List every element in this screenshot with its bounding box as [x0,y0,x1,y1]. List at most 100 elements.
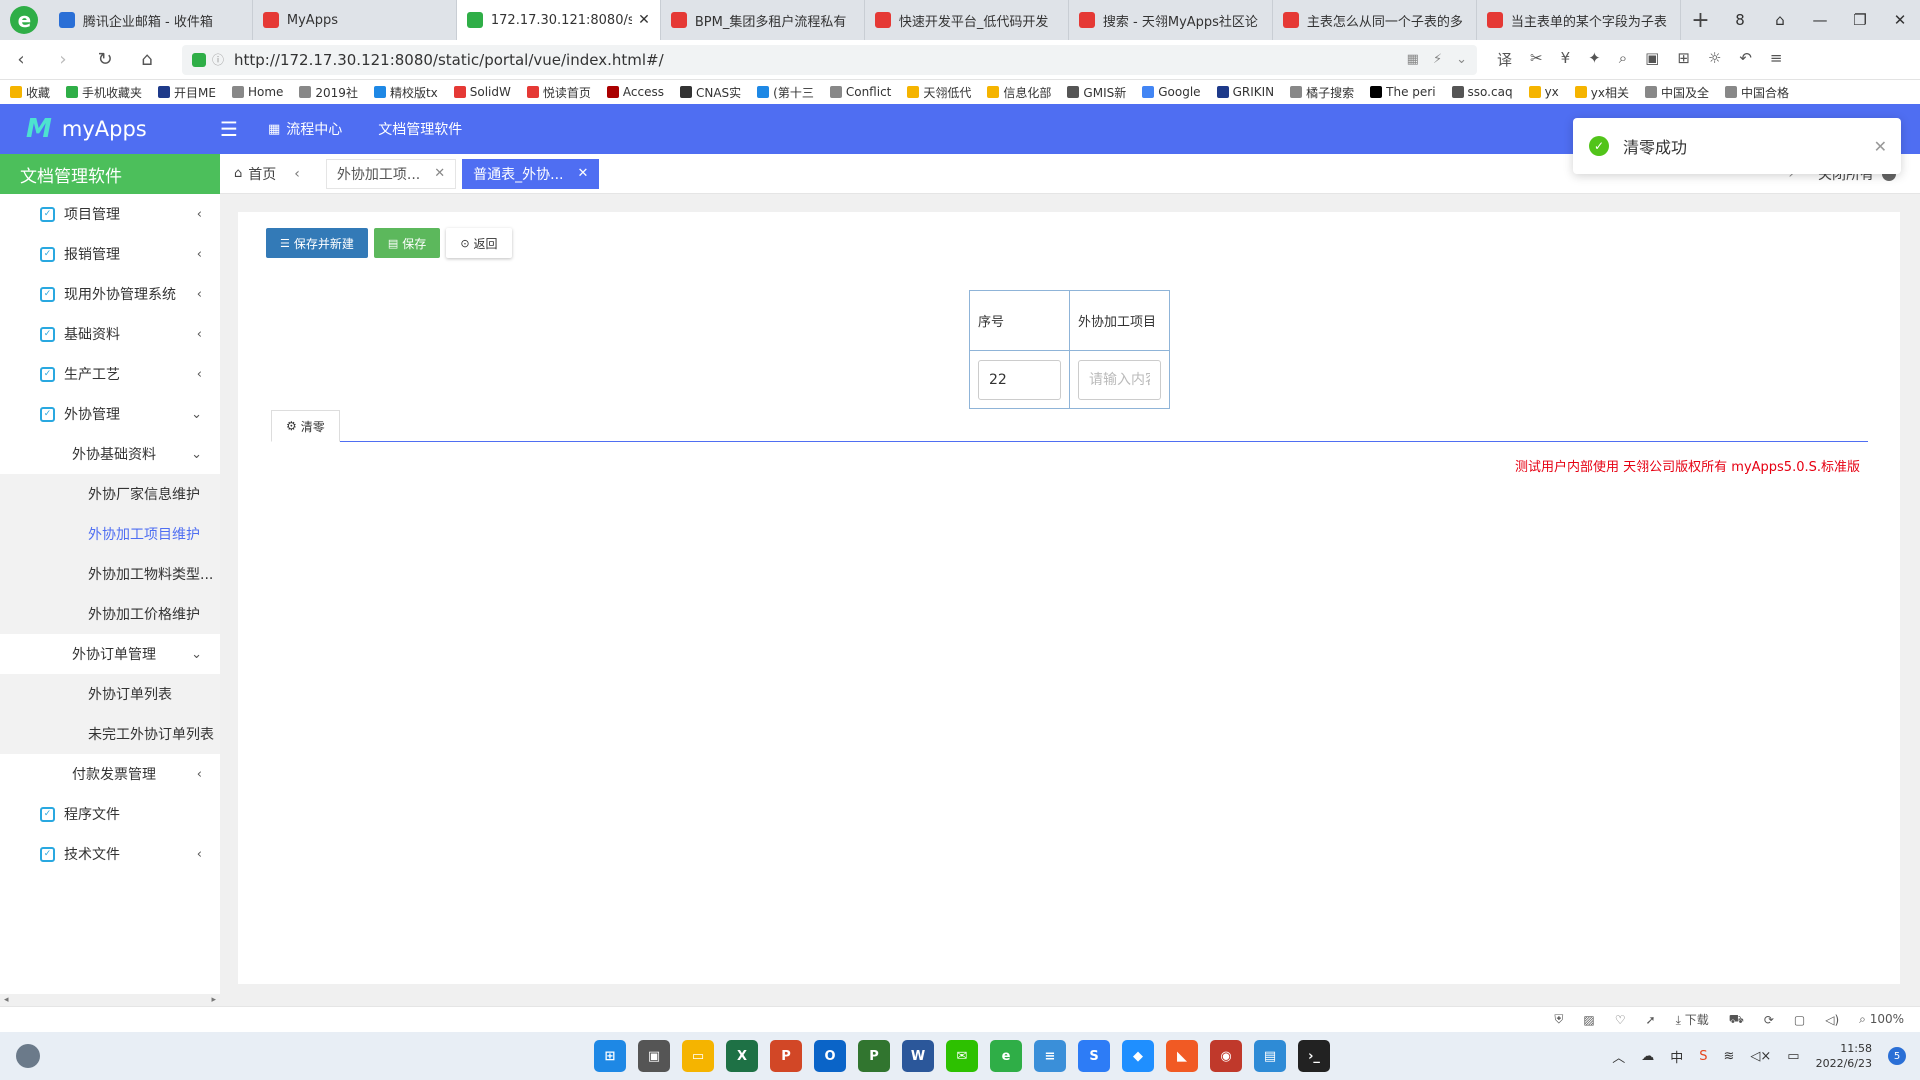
sidebar-item[interactable]: ✓ 生产工艺 ‹ [0,354,220,394]
file-explorer-icon[interactable]: ▭ [682,1040,714,1072]
bookmark-item[interactable]: Google [1142,85,1201,99]
browser-tab[interactable]: 快速开发平台_低代码开发 [865,0,1069,40]
bookmark-item[interactable]: GRIKIN [1216,85,1274,99]
terminal-icon[interactable]: ›_ [1298,1040,1330,1072]
app-icon[interactable]: ◉ [1210,1040,1242,1072]
wechat-icon[interactable]: ✉ [946,1040,978,1072]
app-brand[interactable]: M myApps [0,114,220,144]
sidebar-item[interactable]: 外协订单列表 [0,674,220,714]
heart-icon[interactable]: ♡ [1615,1013,1626,1027]
feishu-icon[interactable]: S [1078,1040,1110,1072]
qr-icon[interactable]: ▦ [1407,52,1419,67]
cloud-icon[interactable]: ☁ [1641,1049,1654,1064]
bookmark-item[interactable]: 开目ME [158,84,216,101]
notepad-icon[interactable]: ≡ [1034,1040,1066,1072]
brightness-icon[interactable]: ☼ [1708,49,1721,70]
bookmark-item[interactable]: sso.caq [1451,85,1513,99]
browser-logo[interactable]: e [0,0,49,40]
back-icon[interactable]: ‹ [0,49,42,70]
browser-tab[interactable]: MyApps [253,0,457,40]
sidebar-scrollbar[interactable]: ◂ ▸ [0,994,220,1006]
shield-icon[interactable]: ⛨ [1554,1012,1563,1027]
download-button[interactable]: ⤓ 下载 [1676,1011,1709,1028]
hamburger-icon[interactable]: ☰ [220,117,238,141]
refresh-icon[interactable]: ⟳ [1764,1013,1774,1027]
sidebar-item[interactable]: 外协加工项目维护 [0,514,220,554]
battery-icon[interactable]: ▭ [1787,1049,1799,1064]
bookmark-item[interactable]: (第十三 [757,84,814,101]
seq-input[interactable] [978,359,1061,400]
foxit-icon[interactable]: ◣ [1166,1040,1198,1072]
chevron-left-icon[interactable]: ‹ [197,207,202,222]
sidebar-item[interactable]: 外协加工物料类型... [0,554,220,594]
close-icon[interactable]: ✕ [578,166,589,181]
tab-count-icon[interactable]: 8 [1720,11,1760,29]
sidebar-item[interactable]: 外协加工价格维护 [0,594,220,634]
image-icon[interactable]: ▨ [1583,1013,1594,1027]
tab-home[interactable]: ⌂ 首页 [234,164,276,184]
apps-icon[interactable]: ⊞ [1677,49,1690,70]
chevron-down-icon[interactable]: ⌄ [191,447,202,462]
browser-tab[interactable]: 主表怎么从同一个子表的多 [1273,0,1477,40]
undo-icon[interactable]: ↶ [1739,49,1752,70]
bookmark-item[interactable]: Conflict [829,85,891,99]
close-icon[interactable]: ✕ [434,166,445,181]
bookmark-item[interactable]: Access [606,85,664,99]
wifi-icon[interactable]: ≋ [1724,1049,1735,1064]
window-icon[interactable]: ▢ [1794,1013,1805,1027]
bookmark-item[interactable]: 2019社 [299,84,358,101]
car-icon[interactable]: ⛟ [1729,1012,1744,1028]
scroll-right-icon[interactable]: ▸ [211,995,216,1005]
chevron-left-icon[interactable]: ‹ [197,287,202,302]
zoom-level[interactable]: ⌕ 100% [1859,1012,1904,1027]
search-icon[interactable]: ⌕ [1619,49,1627,70]
sidebar-item[interactable]: ✓ 技术文件 ‹ [0,834,220,874]
chevron-left-icon[interactable]: ‹ [197,847,202,862]
bookmark-item[interactable]: 收藏 [10,84,50,101]
sidebar-item[interactable]: ✓ 程序文件 [0,794,220,834]
bookmark-item[interactable]: 信息化部 [987,84,1051,101]
browser-tab[interactable]: BPM_集团多租户流程私有 [661,0,865,40]
reload-icon[interactable]: ↻ [84,49,126,70]
chevron-down-icon[interactable]: ⌄ [191,407,202,422]
browser-tab[interactable]: 腾讯企业邮箱 - 收件箱 [49,0,253,40]
task-view-icon[interactable]: ▣ [638,1040,670,1072]
dingtalk-icon[interactable]: ◆ [1122,1040,1154,1072]
bookmark-item[interactable]: Home [231,85,283,99]
save-button[interactable]: ▤ 保存 [373,228,441,258]
new-tab-button[interactable]: + [1681,0,1720,40]
bookmark-item[interactable]: 天翎低代 [907,84,971,101]
translate-icon[interactable]: 译 [1497,49,1512,70]
scroll-left-icon[interactable]: ◂ [4,995,9,1005]
bookmark-item[interactable]: yx相关 [1574,84,1629,101]
browser-tab[interactable]: 当主表单的某个字段为子表 [1477,0,1681,40]
project-icon[interactable]: P [858,1040,890,1072]
chevron-down-icon[interactable]: ⌄ [1456,52,1467,67]
sidebar-item[interactable]: ✓ 报销管理 ‹ [0,234,220,274]
word-icon[interactable]: W [902,1040,934,1072]
sidebar-item[interactable]: 付款发票管理 ‹ [0,754,220,794]
bookmark-item[interactable]: 悦读首页 [526,84,591,101]
browser-tab[interactable]: 172.17.30.121:8080/static ✕ [456,0,661,40]
sidebar-item[interactable]: ✓ 现用外协管理系统 ‹ [0,274,220,314]
reader-icon[interactable]: ▣ [1645,49,1659,70]
bookmark-item[interactable]: 手机收藏夹 [66,84,142,101]
chevron-left-icon[interactable]: ‹ [197,247,202,262]
tab-normal-form[interactable]: 普通表_外协... ✕ [462,158,600,189]
ime-indicator[interactable]: 中 [1670,1047,1683,1066]
browser-taskbar-icon[interactable]: e [990,1040,1022,1072]
calendar-icon[interactable]: ▤ [1254,1040,1286,1072]
tabs-prev-icon[interactable]: ‹ [294,166,300,182]
close-tab-icon[interactable]: ✕ [638,12,650,28]
powerpoint-icon[interactable]: P [770,1040,802,1072]
sidebar-item[interactable]: ✓ 项目管理 ‹ [0,194,220,234]
scissors-icon[interactable]: ✂ [1530,49,1543,70]
sogou-icon[interactable]: S [1699,1049,1707,1064]
bookmark-item[interactable]: GMIS新 [1067,84,1126,101]
bookmark-item[interactable]: yx [1528,85,1559,99]
bookmark-item[interactable]: 中国及全 [1645,84,1709,101]
bookmark-item[interactable]: 中国合格 [1725,84,1789,101]
sidebar-item[interactable]: ✓ 基础资料 ‹ [0,314,220,354]
close-window-icon[interactable]: ✕ [1880,11,1920,29]
url-field[interactable]: ⓘ http://172.17.30.121:8080/static/porta… [182,44,1477,75]
